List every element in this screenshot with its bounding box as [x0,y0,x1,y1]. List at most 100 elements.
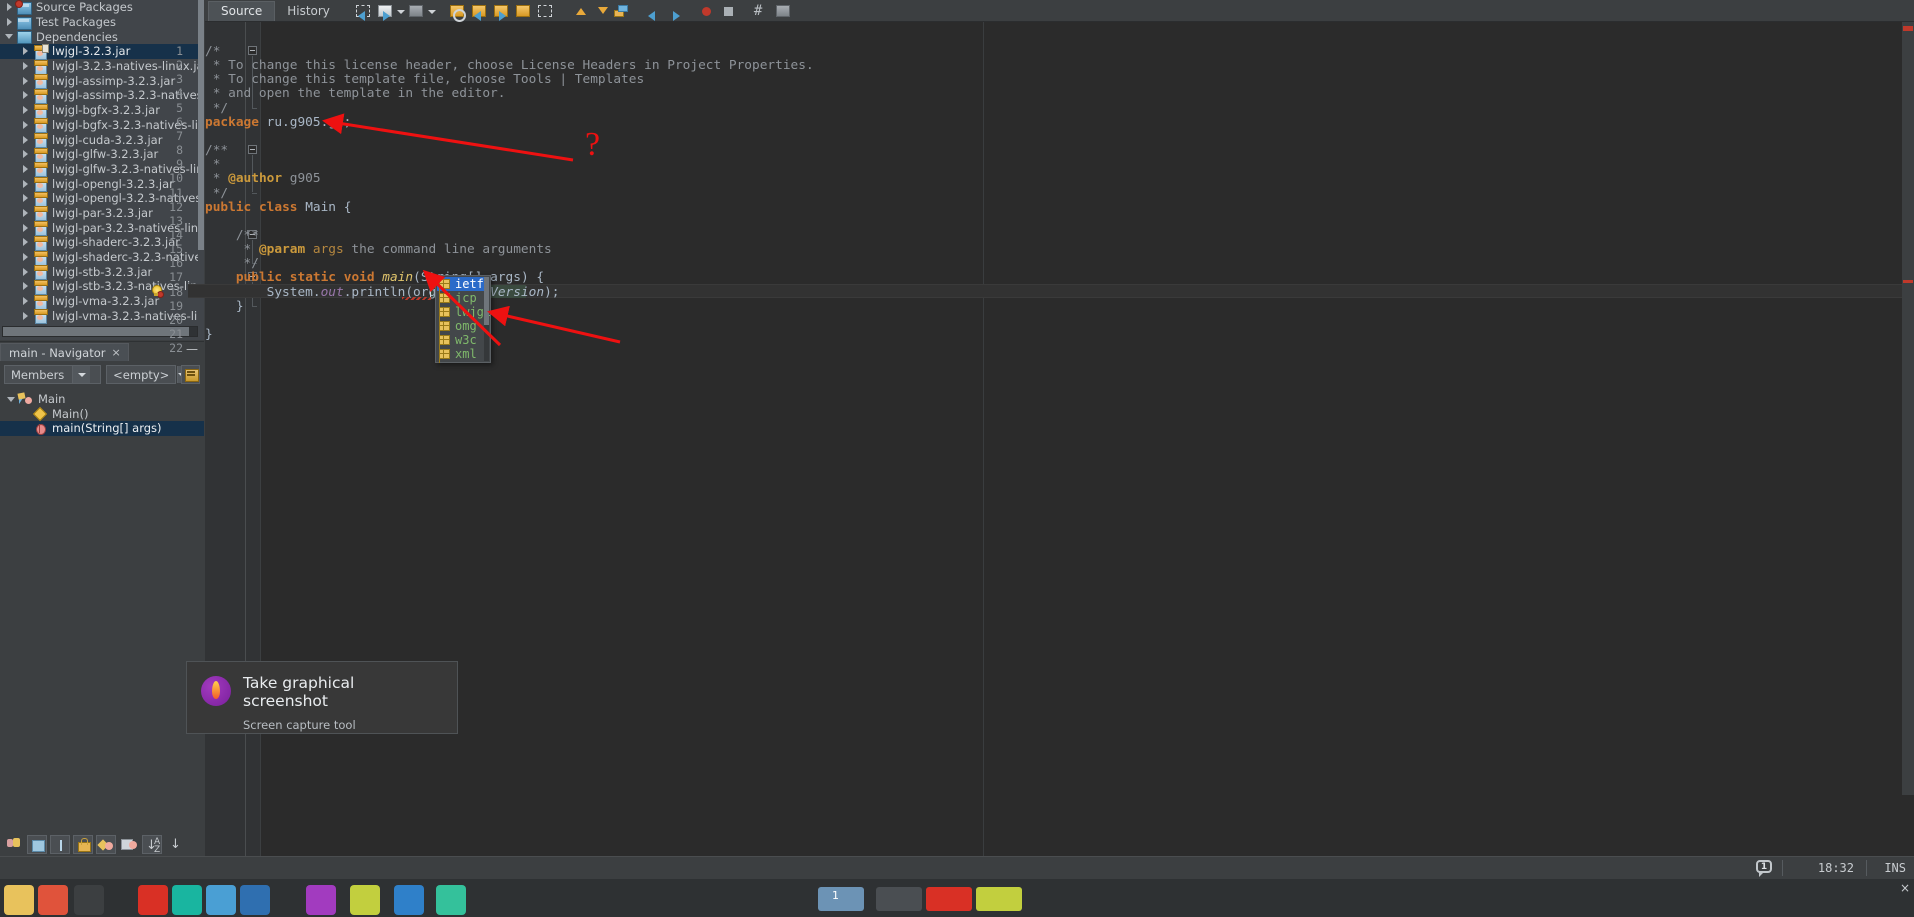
code-line[interactable]: * @param args the command line arguments [205,242,552,257]
show-constructors-icon[interactable] [96,835,116,854]
tree-item[interactable]: Dependencies [0,29,204,45]
chevron-down-icon[interactable] [4,396,18,402]
code-line[interactable]: * To change this template file, choose T… [205,72,644,87]
forward-icon[interactable] [664,1,686,21]
chevron-right-icon[interactable] [18,179,32,188]
editor-text-area[interactable]: 1 /* 2 * To change this license header, ch… [152,22,1914,856]
chevron-right-icon[interactable] [18,223,32,232]
notification-badge-icon[interactable]: 1 [1756,860,1774,877]
cloud-icon[interactable] [394,885,424,915]
browser-icon[interactable] [38,885,68,915]
navigator-tab[interactable]: main - Navigator × [0,343,129,361]
toggle-bookmark-icon[interactable] [374,1,396,21]
chevron-right-icon[interactable] [18,164,32,173]
code-fold-toggle[interactable] [248,46,257,55]
chevron-right-icon[interactable] [18,282,32,291]
editor-icon[interactable] [240,885,270,915]
sort-by-source-icon[interactable]: ↓ [165,835,185,854]
terminal-icon[interactable] [74,885,104,915]
flameshot-icon[interactable] [306,885,336,915]
window-button-3[interactable] [926,887,972,911]
mail-icon[interactable] [436,885,466,915]
code-line[interactable]: /** [205,143,228,158]
tree-item[interactable]: Test Packages [0,15,204,30]
code-line[interactable]: System.out.println(org.lwjgl.Version); [205,285,560,300]
sort-alphabetically-icon[interactable]: ↓ A Z [142,835,162,855]
chevron-right-icon[interactable] [18,297,32,306]
previous-bookmark-icon[interactable] [468,1,490,21]
chevron-right-icon[interactable] [18,267,32,276]
toggle-bookmark-dropdown-icon[interactable] [396,1,405,21]
previous-error-icon[interactable] [566,1,588,21]
navigator-item[interactable]: main(String[] args) [0,421,204,436]
show-fields-icon[interactable] [50,835,70,854]
navigator-scope-combo[interactable]: Members [4,365,102,384]
next-error-icon[interactable] [588,1,610,21]
tab-source[interactable]: Source [208,0,276,21]
completion-item[interactable]: ietf [437,277,489,291]
code-line[interactable]: public class Main { [205,200,351,215]
chevron-right-icon[interactable] [18,238,32,247]
completion-scrollbar[interactable] [484,277,489,361]
navigator-filter-combo[interactable]: <empty> [106,365,187,384]
toggle-highlight-icon[interactable] [610,1,632,21]
comment-icon[interactable] [405,1,427,21]
chevron-right-icon[interactable] [18,311,32,320]
minimize-icon[interactable]: — [186,343,198,356]
inspect-icon[interactable] [772,1,794,21]
last-edit-icon[interactable] [352,1,374,21]
chevron-right-icon[interactable] [2,3,16,12]
code-line[interactable]: * [205,157,221,172]
code-line[interactable]: } [205,299,244,314]
code-fold-toggle[interactable] [248,145,257,155]
toggle-line-numbers-icon[interactable]: # [750,1,772,21]
code-line[interactable]: } [205,327,213,342]
netbeans-icon[interactable] [350,885,380,915]
chevron-right-icon[interactable] [18,47,32,56]
chevron-right-icon[interactable] [18,76,32,85]
comment-dropdown-icon[interactable] [427,1,436,21]
shift-line-left-icon[interactable] [512,1,534,21]
start-macro-recording-icon[interactable] [696,1,718,21]
completion-item[interactable]: w3c [437,333,489,347]
back-icon[interactable] [642,1,664,21]
code-line[interactable]: /* [205,44,220,59]
launcher-menu-icon[interactable] [4,885,34,915]
desktop-taskbar[interactable]: 1 × [0,880,1914,917]
code-line[interactable]: */ [205,101,228,116]
navigator-tree[interactable]: Main Main() main(String[] args) [0,388,204,436]
chevron-right-icon[interactable] [18,194,32,203]
find-selection-icon[interactable] [446,1,468,22]
show-inner-classes-icon[interactable] [119,835,139,854]
chevron-right-icon[interactable] [2,18,16,27]
chevron-down-icon[interactable] [2,34,16,40]
show-static-members-icon[interactable] [27,835,47,854]
code-line[interactable]: /** [205,228,259,243]
chevron-right-icon[interactable] [18,106,32,115]
chevron-right-icon[interactable] [18,62,32,71]
app-chrome-icon[interactable] [138,885,168,915]
files-icon[interactable] [206,885,236,915]
next-bookmark-icon[interactable] [490,1,512,21]
completion-item[interactable]: omg [437,319,489,333]
completion-item[interactable]: xml [437,347,489,361]
completion-item[interactable]: lwjgl [437,305,491,319]
close-icon[interactable]: × [1900,881,1910,895]
error-stripe[interactable] [1902,22,1914,795]
chevron-right-icon[interactable] [18,253,32,262]
lightbulb-error-hint-icon[interactable] [150,284,164,298]
tab-history[interactable]: History [275,1,342,21]
chevron-right-icon[interactable] [18,120,32,129]
code-line[interactable]: package ru.g905.gl; [205,115,351,130]
error-marker[interactable] [1903,26,1913,31]
chevron-right-icon[interactable] [18,135,32,144]
code-line[interactable]: */ [205,256,259,271]
stop-macro-recording-icon[interactable] [718,1,740,21]
show-inherited-members-icon[interactable] [73,835,93,854]
code-line[interactable]: * To change this license header, choose … [205,58,814,73]
code-line[interactable]: */ [205,186,228,201]
tree-item[interactable]: Source Packages [0,0,204,15]
close-icon[interactable]: × [111,346,120,359]
navigator-item[interactable]: Main [0,392,204,407]
chevron-right-icon[interactable] [18,208,32,217]
